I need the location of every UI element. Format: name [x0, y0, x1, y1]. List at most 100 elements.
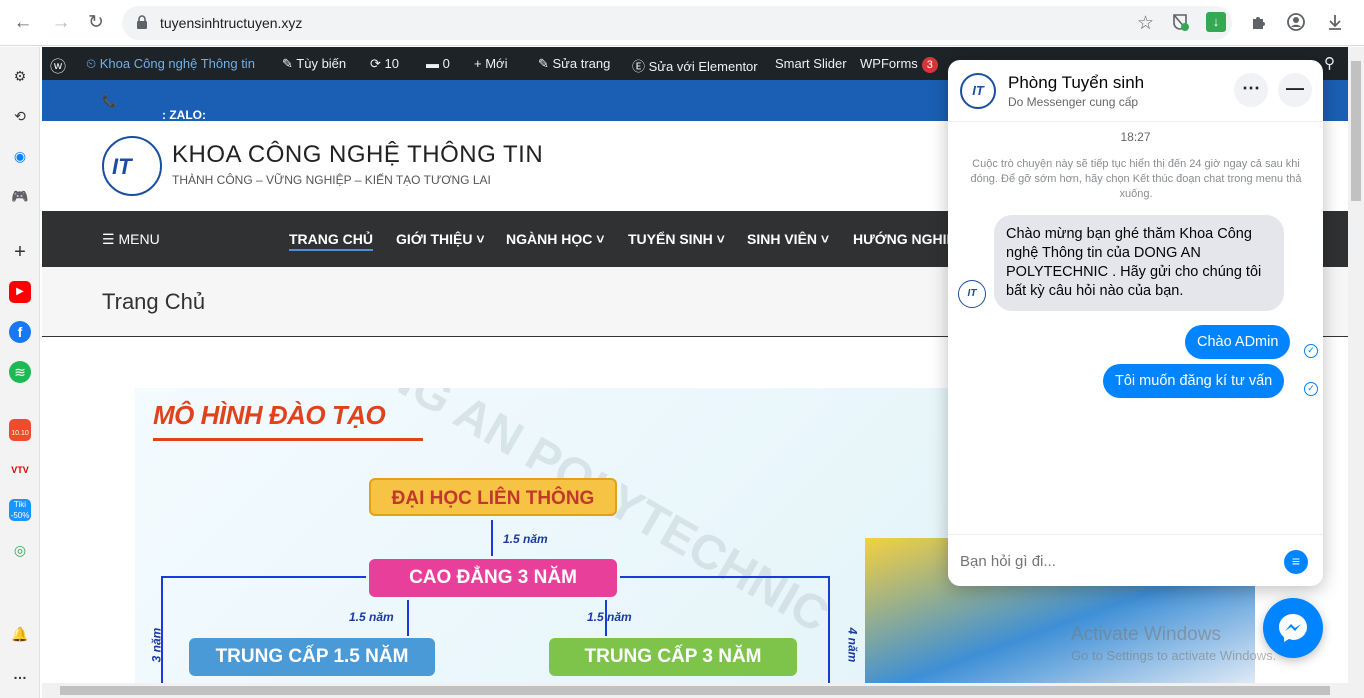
nav-item-tuyen-sinh[interactable]: TUYỂN SINH ˅	[628, 231, 725, 247]
nav-item-huong-nghiep[interactable]: HƯỚNG NGHIỆ	[853, 231, 956, 247]
tiki-icon[interactable]: Tiki -50%	[9, 499, 31, 521]
browser-sidebar: ⚙ ⟲ ◉ 🎮 + ▶ f ≋ 10.10 VTV Tiki -50% ◎ 🔔 …	[0, 47, 40, 698]
messenger-fab[interactable]	[1263, 598, 1323, 658]
chat-notice: Cuộc trò chuyện này sẽ tiếp tục hiển thị…	[970, 158, 1302, 200]
years-label: 1.5 năm	[349, 610, 394, 624]
messenger-chat-window: IT Phòng Tuyển sinh Do Messenger cung cấ…	[948, 60, 1323, 586]
scrollbar-thumb[interactable]	[60, 686, 1330, 695]
activate-subtitle: Go to Settings to activate Windows.	[1071, 648, 1277, 663]
zalo-contact[interactable]: 📞: ZALO: 0566.104.539	[102, 94, 235, 136]
nav-label: SINH VIÊN	[747, 231, 818, 247]
site-title[interactable]: KHOA CÔNG NGHỆ THÔNG TIN	[172, 141, 543, 169]
vtv-icon[interactable]: VTV	[9, 459, 31, 481]
address-bar[interactable]: tuyensinhtructuyen.xyz ☆	[122, 6, 1232, 40]
maps-pin-icon[interactable]: ◎	[9, 539, 31, 561]
download-extension-icon[interactable]: ↓	[1206, 12, 1226, 32]
box-trung-cap-3: TRUNG CẤP 3 NĂM	[549, 638, 797, 676]
shopee-icon[interactable]: 10.10	[9, 419, 31, 441]
spotify-icon[interactable]: ≋	[9, 361, 31, 383]
wp-wpforms-label: WPForms	[860, 56, 918, 71]
read-check-icon: ✓	[1304, 344, 1318, 358]
years-label: 3 năm	[149, 627, 164, 663]
nav-item-trang-chu[interactable]: TRANG CHỦ	[289, 231, 373, 251]
chat-header: IT Phòng Tuyển sinh Do Messenger cung cấ…	[948, 60, 1323, 122]
facebook-icon[interactable]: f	[9, 321, 31, 343]
profile-icon[interactable]	[1286, 12, 1306, 32]
site-logo[interactable]: IT	[102, 136, 162, 196]
nav-item-gioi-thieu[interactable]: GIỚI THIỆU ˅	[396, 231, 485, 247]
incoming-message: Chào mừng bạn ghé thăm Khoa Công nghệ Th…	[994, 215, 1284, 311]
search-icon[interactable]: ⚲	[1324, 54, 1335, 72]
box-trung-cap-1-5: TRUNG CẤP 1.5 NĂM	[189, 638, 435, 676]
bookmark-star-icon[interactable]: ☆	[1137, 12, 1154, 35]
wp-elementor-label: Sửa với Elementor	[648, 59, 758, 74]
years-label: 1.5 năm	[503, 532, 548, 546]
wp-new-label: Mới	[485, 56, 508, 71]
chat-message-input[interactable]	[960, 549, 1270, 573]
back-icon[interactable]: ←	[10, 10, 36, 36]
tiki-sale: -50%	[10, 511, 30, 520]
lock-icon	[137, 15, 147, 29]
chat-avatar-small: IT	[958, 280, 986, 308]
page-title: Trang Chủ	[102, 289, 206, 314]
years-label: 1.5 năm	[587, 610, 632, 624]
arrow-tc15-to-cd	[407, 600, 409, 636]
arrow-left-top	[161, 576, 366, 578]
wp-wpforms-link[interactable]: WPForms 3	[860, 56, 938, 73]
nav-item-nganh-hoc[interactable]: NGÀNH HỌC ˅	[506, 231, 604, 247]
arrow-right-top	[620, 576, 830, 578]
reload-icon[interactable]: ↻	[83, 10, 109, 36]
chat-subtitle: Do Messenger cung cấp	[1008, 95, 1139, 109]
wp-comments-count: 0	[442, 56, 450, 71]
logo-text: IT	[112, 154, 132, 179]
browser-toolbar: ← → ↻ tuyensinhtructuyen.xyz ☆ ↓	[0, 0, 1364, 46]
wp-edit-page-link[interactable]: ✎ Sửa trang	[538, 56, 610, 72]
extensions-puzzle-icon[interactable]	[1249, 12, 1269, 32]
chat-avatar: IT	[960, 73, 996, 109]
chat-minimize-icon[interactable]: —	[1278, 73, 1312, 107]
notifications-bell-icon[interactable]: 🔔	[9, 623, 31, 645]
shield-extension-icon[interactable]	[1170, 12, 1190, 32]
settings-gear-icon[interactable]: ⚙	[9, 65, 31, 87]
wp-customize-link[interactable]: ✎ Tùy biến	[282, 56, 346, 72]
nav-label: NGÀNH HỌC	[506, 231, 593, 247]
gamepad-icon[interactable]: 🎮	[9, 185, 31, 207]
vertical-scrollbar[interactable]	[1348, 47, 1364, 698]
chat-name: Phòng Tuyển sinh	[1008, 73, 1145, 92]
downloads-icon[interactable]	[1325, 12, 1345, 32]
tiki-label: Tiki	[13, 500, 27, 509]
wp-edit-page-label: Sửa trang	[552, 56, 611, 71]
years-label: 4 năm	[845, 627, 860, 663]
url-text: tuyensinhtructuyen.xyz	[160, 15, 303, 31]
history-icon[interactable]: ⟲	[9, 105, 31, 127]
chat-menu-icon[interactable]: ≡	[1284, 550, 1308, 574]
windows-activation-watermark: Activate Windows Go to Settings to activ…	[1071, 624, 1276, 663]
wpforms-badge: 3	[921, 57, 938, 73]
chat-options-icon[interactable]: ⋯	[1234, 73, 1268, 107]
nav-label: TUYỂN SINH	[628, 231, 713, 247]
menu-toggle[interactable]: ☰ MENU	[102, 231, 160, 248]
box-cao-dang: CAO ĐẲNG 3 NĂM	[369, 559, 617, 597]
wp-smart-slider-link[interactable]: Smart Slider	[775, 56, 847, 71]
chat-timestamp: 18:27	[1120, 130, 1151, 144]
wp-updates-link[interactable]: ⟳ 10	[370, 56, 399, 72]
banner-title-underline	[153, 438, 423, 441]
scrollbar-thumb[interactable]	[1351, 61, 1361, 201]
menu-label: MENU	[118, 231, 160, 247]
wp-new-link[interactable]: + Mới	[474, 56, 507, 71]
add-icon[interactable]: +	[9, 241, 31, 263]
nav-item-sinh-vien[interactable]: SINH VIÊN ˅	[747, 231, 829, 247]
messenger-icon[interactable]: ◉	[9, 145, 31, 167]
horizontal-scrollbar[interactable]	[42, 683, 1348, 698]
wp-comments-link[interactable]: ▬ 0	[426, 56, 450, 71]
forward-icon[interactable]: →	[48, 10, 74, 36]
wp-customize-label: Tùy biến	[296, 56, 347, 71]
wordpress-icon[interactable]: ⓦ	[50, 53, 66, 77]
wp-updates-count: 10	[384, 56, 399, 71]
youtube-icon[interactable]: ▶	[9, 281, 31, 303]
wp-site-link[interactable]: ⏲ Khoa Công nghệ Thông tin	[86, 56, 255, 72]
more-icon[interactable]: …	[9, 663, 31, 685]
box-dai-hoc-lien-thong: ĐẠI HỌC LIÊN THÔNG	[369, 478, 617, 516]
wp-elementor-link[interactable]: Ⓔ Sửa với Elementor	[632, 56, 758, 75]
site-tagline: THÀNH CÔNG – VỮNG NGHIỆP – KIẾN TẠO TƯƠN…	[172, 173, 491, 187]
